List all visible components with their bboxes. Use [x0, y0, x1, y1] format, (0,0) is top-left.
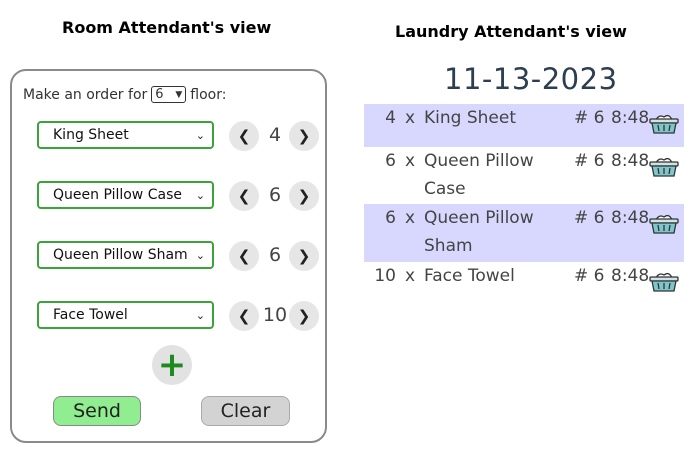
order-item-name: Queen Pillow Case [424, 151, 534, 199]
chevron-down-icon: ⌄ [195, 248, 205, 262]
order-item-row: Face Towel ⌄ ❮ 10 ❯ [37, 301, 322, 331]
order-floor: # 6 [574, 151, 605, 171]
order-item-name: Queen Pillow Sham [424, 208, 534, 256]
chevron-left-icon: ❮ [237, 127, 251, 145]
order-time: 8:48 [611, 266, 650, 286]
add-item-button[interactable]: + [152, 345, 192, 385]
laundry-attendant-heading: Laundry Attendant's view [395, 22, 627, 41]
quantity-value: 4 [268, 124, 282, 146]
order-list: 4 x King Sheet # 6 8:48 6 x Queen Pillow… [364, 104, 684, 294]
order-time: 8:48 [611, 108, 650, 128]
quantity-value: 6 [268, 244, 282, 266]
floor-prefix-label: Make an order for [23, 86, 148, 103]
send-button[interactable]: Send [53, 396, 141, 426]
laundry-basket-icon[interactable] [649, 155, 679, 177]
order-floor: # 6 [574, 208, 605, 228]
item-select-value: Queen Pillow Case [53, 187, 182, 203]
order-item-row: King Sheet ⌄ ❮ 4 ❯ [37, 121, 322, 151]
increment-button[interactable]: ❯ [289, 241, 319, 271]
order-times: x [405, 208, 416, 228]
plus-icon: + [157, 345, 187, 385]
quantity-value: 6 [268, 184, 282, 206]
chevron-down-icon: ⌄ [195, 188, 205, 202]
item-select-value: King Sheet [53, 127, 129, 143]
item-select[interactable]: Queen Pillow Sham ⌄ [37, 241, 214, 269]
order-times: x [405, 108, 416, 128]
increment-button[interactable]: ❯ [289, 181, 319, 211]
order-qty: 6 [385, 151, 396, 171]
order-item-name: King Sheet [424, 108, 516, 128]
decrement-button[interactable]: ❮ [229, 121, 259, 151]
chevron-left-icon: ❮ [237, 187, 251, 205]
item-select-value: Face Towel [53, 307, 128, 323]
laundry-basket-icon[interactable] [649, 270, 679, 292]
order-item-name: Face Towel [424, 266, 515, 286]
order-floor: # 6 [574, 108, 605, 128]
floor-line: Make an order for 6 ▼ floor: [23, 86, 226, 103]
order-times: x [405, 151, 416, 171]
floor-suffix-label: floor: [190, 86, 227, 103]
order-times: x [405, 266, 416, 286]
clear-button[interactable]: Clear [201, 396, 290, 426]
chevron-right-icon: ❯ [297, 187, 311, 205]
order-qty: 10 [374, 266, 396, 286]
order-qty: 4 [385, 108, 396, 128]
order-qty: 6 [385, 208, 396, 228]
increment-button[interactable]: ❯ [289, 301, 319, 331]
decrement-button[interactable]: ❮ [229, 241, 259, 271]
order-floor: # 6 [574, 266, 605, 286]
order-item-row: Queen Pillow Case ⌄ ❮ 6 ❯ [37, 181, 322, 211]
order-time: 8:48 [611, 208, 650, 228]
laundry-basket-icon[interactable] [649, 112, 679, 134]
order-row: 6 x Queen Pillow Sham # 6 8:48 [364, 204, 684, 262]
chevron-down-icon: ▼ [175, 89, 183, 100]
floor-select-value: 6 [155, 87, 164, 102]
order-row: 10 x Face Towel # 6 8:48 [364, 262, 684, 294]
order-row: 4 x King Sheet # 6 8:48 [364, 104, 684, 147]
chevron-left-icon: ❮ [237, 307, 251, 325]
order-date: 11-13-2023 [444, 62, 618, 96]
quantity-value: 10 [262, 304, 288, 326]
order-time: 8:48 [611, 151, 650, 171]
order-item-row: Queen Pillow Sham ⌄ ❮ 6 ❯ [37, 241, 322, 271]
chevron-right-icon: ❯ [297, 247, 311, 265]
chevron-down-icon: ⌄ [195, 128, 205, 142]
item-select[interactable]: Face Towel ⌄ [37, 301, 214, 329]
item-select[interactable]: King Sheet ⌄ [37, 121, 214, 149]
chevron-right-icon: ❯ [297, 127, 311, 145]
decrement-button[interactable]: ❮ [229, 181, 259, 211]
laundry-basket-icon[interactable] [649, 212, 679, 234]
floor-select[interactable]: 6 ▼ [151, 86, 187, 103]
chevron-right-icon: ❯ [297, 307, 311, 325]
order-form-panel: Make an order for 6 ▼ floor: King Sheet … [10, 69, 327, 443]
item-select[interactable]: Queen Pillow Case ⌄ [37, 181, 214, 209]
chevron-left-icon: ❮ [237, 247, 251, 265]
decrement-button[interactable]: ❮ [229, 301, 259, 331]
item-select-value: Queen Pillow Sham [53, 247, 188, 263]
chevron-down-icon: ⌄ [195, 308, 205, 322]
room-attendant-heading: Room Attendant's view [62, 18, 272, 37]
order-row: 6 x Queen Pillow Case # 6 8:48 [364, 147, 684, 204]
increment-button[interactable]: ❯ [289, 121, 319, 151]
